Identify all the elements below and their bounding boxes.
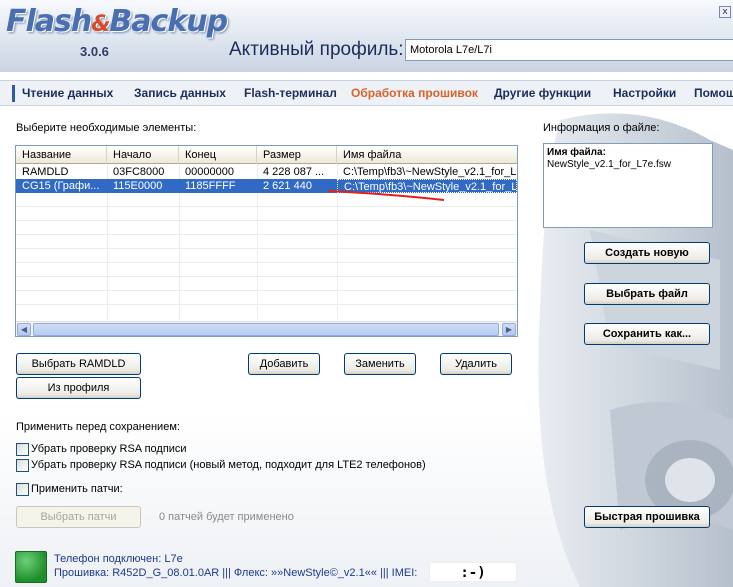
save-as-button[interactable]: Сохранить как... [584, 323, 710, 345]
delete-button[interactable]: Удалить [440, 353, 512, 375]
scroll-thumb[interactable] [33, 323, 499, 336]
replace-button[interactable]: Заменить [344, 353, 416, 375]
grid-line [16, 276, 517, 277]
scroll-right-icon[interactable]: ▶ [502, 323, 516, 336]
rsa-remove-new-label[interactable]: Убрать проверку RSA подписи (новый метод… [31, 459, 426, 471]
cell-filename: C:\Temp\fb3\~NewStyle_v2.1_for_L [343, 166, 517, 178]
grid-line [16, 304, 517, 305]
apply-patches-label[interactable]: Применить патчи: [31, 483, 123, 495]
app-version: 3.0.6 [80, 44, 109, 59]
elements-table[interactable]: Название Начало Конец Размер Имя файла R… [15, 145, 518, 337]
grid-line [16, 248, 517, 249]
profile-select[interactable]: Motorola L7e/L7i [405, 39, 733, 61]
app-logo: Flash&Backup [6, 4, 228, 39]
grid-line [16, 220, 517, 221]
tab-firmware-processing[interactable]: Обработка прошивок [351, 86, 478, 100]
cell-end: 1185FFFF [185, 180, 236, 192]
tab-write-data[interactable]: Запись данных [134, 86, 226, 100]
header: Flash&Backup 3.0.6 Активный профиль: Mot… [0, 0, 733, 72]
app-window: Flash&Backup 3.0.6 Активный профиль: Mot… [0, 0, 733, 587]
file-info-label: Имя файла: [547, 147, 606, 158]
create-new-button[interactable]: Создать новую [584, 242, 710, 264]
table-header: Название Начало Конец Размер Имя файла [16, 146, 517, 164]
column-header-end[interactable]: Конец [179, 146, 257, 164]
file-info-value: NewStyle_v2.1_for_L7e.fsw [547, 159, 671, 170]
file-info-box: Имя файла: NewStyle_v2.1_for_L7e.fsw [543, 143, 713, 228]
grid-line [16, 206, 517, 207]
cell-name: CG15 (Графи... [22, 180, 100, 192]
close-icon[interactable]: x [719, 6, 731, 18]
column-header-filename[interactable]: Имя файла [337, 146, 517, 164]
horizontal-scrollbar[interactable]: ◀ ▶ [16, 321, 517, 336]
select-ramdld-button[interactable]: Выбрать RAMDLD [16, 353, 141, 375]
patches-count: 0 патчей будет применено [159, 511, 294, 523]
profile-label: Активный профиль: [229, 39, 404, 60]
cell-size: 4 228 087 ... [263, 166, 325, 178]
connection-status-icon [15, 551, 47, 583]
phone-connected-status: Телефон подключен: L7e [54, 553, 183, 565]
rsa-remove-new-checkbox[interactable] [16, 459, 29, 472]
cell-start: 115E0000 [113, 180, 163, 192]
tab-read-data[interactable]: Чтение данных [22, 86, 113, 100]
apply-patches-checkbox[interactable] [16, 483, 29, 496]
rsa-remove-checkbox[interactable] [16, 443, 29, 456]
rsa-remove-label[interactable]: Убрать проверку RSA подписи [31, 443, 187, 455]
column-header-start[interactable]: Начало [107, 146, 179, 164]
nav-accent-bar [12, 85, 15, 102]
tab-settings[interactable]: Настройки [613, 86, 676, 100]
table-row[interactable]: RAMDLD 03FC8000 00000000 4 228 087 ... C… [16, 165, 517, 179]
select-file-button[interactable]: Выбрать файл [584, 283, 710, 305]
quick-flash-button[interactable]: Быстрая прошивка [584, 506, 710, 528]
from-profile-button[interactable]: Из профиля [16, 377, 141, 399]
add-button[interactable]: Добавить [248, 353, 320, 375]
cell-end: 00000000 [185, 166, 234, 178]
grid-line [16, 234, 517, 235]
tab-flash-terminal[interactable]: Flash-терминал [244, 86, 337, 100]
apply-heading: Применить перед сохранением: [16, 421, 180, 433]
elements-prompt: Выберите необходимые элементы: [16, 122, 197, 134]
grid-line [16, 290, 517, 291]
cell-name: RAMDLD [22, 166, 69, 178]
cell-start: 03FC8000 [113, 166, 165, 178]
select-patches-button[interactable]: Выбрать патчи [16, 506, 141, 528]
main-tabs: Чтение данных Запись данных Flash-термин… [0, 80, 733, 106]
column-header-name[interactable]: Название [16, 146, 107, 164]
tab-other-functions[interactable]: Другие функции [494, 86, 591, 100]
tab-help[interactable]: Помощь [694, 86, 733, 100]
scroll-left-icon[interactable]: ◀ [17, 323, 31, 336]
grid-line [16, 262, 517, 263]
file-info-title: Информация о файле: [543, 122, 660, 134]
firmware-status: Прошивка: R452D_G_08.01.0AR ||| Флекс: »… [54, 567, 418, 579]
annotation-underline [327, 190, 445, 201]
imei-value: :-) [429, 562, 517, 582]
column-header-size[interactable]: Размер [257, 146, 337, 164]
